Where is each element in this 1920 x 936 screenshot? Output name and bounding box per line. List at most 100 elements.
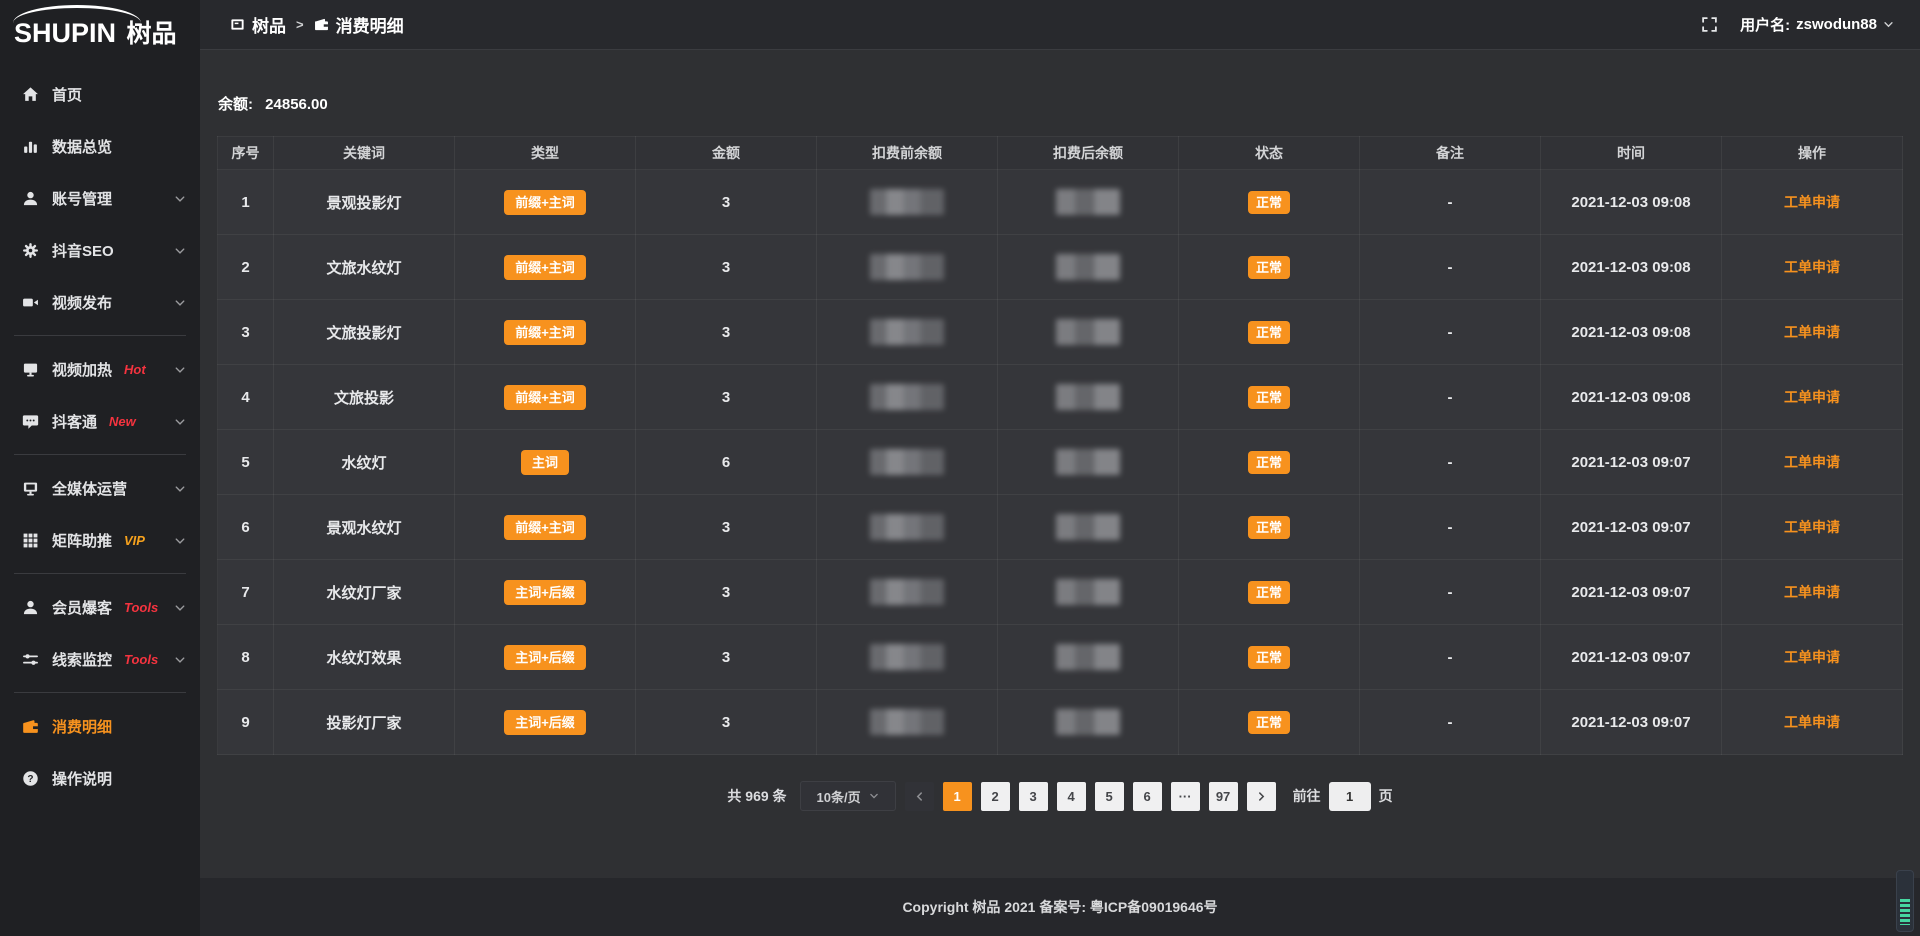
page-size-select[interactable]: 10条/页	[800, 781, 896, 811]
cell-balance-after	[998, 495, 1179, 560]
cell-status: 正常	[1179, 690, 1360, 755]
cell-type: 前缀+主词	[455, 365, 636, 430]
page-button-5[interactable]: 5	[1095, 782, 1124, 811]
sidebar-item-home[interactable]: 首页	[0, 68, 200, 120]
table-row: 6景观水纹灯前缀+主词3正常-2021-12-03 09:07工单申请	[218, 495, 1903, 560]
sidebar-item-consume-detail[interactable]: 消费明细	[0, 700, 200, 752]
page-button-1[interactable]: 1	[943, 782, 972, 811]
cell-balance-after	[998, 625, 1179, 690]
sidebar-item-label: 视频发布	[52, 292, 112, 313]
fullscreen-icon[interactable]	[1701, 16, 1718, 33]
work-order-link[interactable]: 工单申请	[1784, 714, 1840, 730]
sidebar-item-badge: New	[109, 414, 136, 429]
cell-balance-after	[998, 170, 1179, 235]
work-order-link[interactable]: 工单申请	[1784, 649, 1840, 665]
sidebar-item-douketong[interactable]: 抖客通New	[0, 395, 200, 447]
sidebar-item-label: 首页	[52, 84, 82, 105]
cell-remark: -	[1360, 170, 1541, 235]
cell-index: 3	[218, 300, 274, 365]
work-order-link[interactable]: 工单申请	[1784, 454, 1840, 470]
breadcrumb-item-shupin[interactable]: 树品	[230, 12, 286, 37]
sidebar-divider	[14, 454, 186, 455]
cell-index: 1	[218, 170, 274, 235]
cell-time: 2021-12-03 09:07	[1541, 560, 1722, 625]
sidebar-item-label: 矩阵助推	[52, 530, 112, 551]
redacted-balance-block	[1056, 189, 1120, 215]
prev-page-button[interactable]	[905, 782, 934, 811]
goto-page-input[interactable]	[1329, 782, 1371, 811]
bar-chart-icon	[22, 138, 39, 155]
table-row: 4文旅投影前缀+主词3正常-2021-12-03 09:08工单申请	[218, 365, 1903, 430]
work-order-link[interactable]: 工单申请	[1784, 389, 1840, 405]
work-order-link[interactable]: 工单申请	[1784, 519, 1840, 535]
brand-logo: SHUPIN 树品	[0, 0, 200, 52]
redacted-balance-block	[870, 449, 944, 475]
cell-action: 工单申请	[1722, 170, 1903, 235]
type-badge: 主词+后缀	[504, 645, 586, 670]
cell-remark: -	[1360, 300, 1541, 365]
breadcrumb-label: 消费明细	[336, 12, 404, 37]
breadcrumb-separator: >	[296, 17, 304, 32]
username-label: 用户名:	[1740, 14, 1790, 35]
logo-arc-decoration	[13, 5, 141, 23]
status-badge: 正常	[1248, 711, 1290, 734]
sidebar-item-video-publish[interactable]: 视频发布	[0, 276, 200, 328]
cell-amount: 3	[636, 170, 817, 235]
redacted-balance-block	[1056, 449, 1120, 475]
cell-type: 前缀+主词	[455, 495, 636, 560]
sidebar-item-video-heat[interactable]: 视频加热Hot	[0, 343, 200, 395]
sidebar-item-member-baoke[interactable]: 会员爆客Tools	[0, 581, 200, 633]
cell-balance-before	[817, 430, 998, 495]
work-order-link[interactable]: 工单申请	[1784, 324, 1840, 340]
sidebar-item-clue-monitor[interactable]: 线索监控Tools	[0, 633, 200, 685]
page-button-3[interactable]: 3	[1019, 782, 1048, 811]
cell-amount: 3	[636, 300, 817, 365]
cell-balance-before	[817, 560, 998, 625]
footer: Copyright 树品 2021 备案号: 粤ICP备09019646号	[200, 878, 1920, 936]
page-button-4[interactable]: 4	[1057, 782, 1086, 811]
redacted-balance-block	[870, 709, 944, 735]
chevron-down-icon	[174, 363, 186, 375]
balance-value: 24856.00	[265, 96, 328, 113]
status-badge: 正常	[1248, 581, 1290, 604]
page-button-2[interactable]: 2	[981, 782, 1010, 811]
cell-type: 前缀+主词	[455, 300, 636, 365]
work-order-link[interactable]: 工单申请	[1784, 194, 1840, 210]
sidebar-item-all-media-ops[interactable]: 全媒体运营	[0, 462, 200, 514]
user-menu[interactable]: 用户名: zswodun88	[1740, 14, 1894, 35]
sidebar-item-data-overview[interactable]: 数据总览	[0, 120, 200, 172]
floating-widget[interactable]	[1896, 870, 1914, 932]
page-button-6[interactable]: 6	[1133, 782, 1162, 811]
sidebar-item-matrix-boost[interactable]: 矩阵助推VIP	[0, 514, 200, 566]
column-header: 状态	[1179, 137, 1360, 170]
chevron-down-icon	[174, 601, 186, 613]
video-icon	[22, 294, 39, 311]
cell-amount: 3	[636, 235, 817, 300]
cell-remark: -	[1360, 690, 1541, 755]
breadcrumb-item-consume-detail[interactable]: 消费明细	[314, 12, 404, 37]
sidebar-item-douyin-seo[interactable]: 抖音SEO	[0, 224, 200, 276]
column-header: 时间	[1541, 137, 1722, 170]
consumption-table: 序号关键词类型金额扣费前余额扣费后余额状态备注时间操作 1景观投影灯前缀+主词3…	[217, 136, 1903, 755]
next-page-button[interactable]	[1247, 782, 1276, 811]
cell-amount: 3	[636, 365, 817, 430]
wallet-icon	[314, 17, 329, 32]
work-order-link[interactable]: 工单申请	[1784, 584, 1840, 600]
cell-status: 正常	[1179, 495, 1360, 560]
cell-status: 正常	[1179, 235, 1360, 300]
cell-index: 8	[218, 625, 274, 690]
cell-action: 工单申请	[1722, 690, 1903, 755]
cell-keyword: 水纹灯效果	[274, 625, 455, 690]
cell-balance-after	[998, 365, 1179, 430]
app-window: SHUPIN 树品 首页数据总览账号管理抖音SEO 视频发布视频加热Hot抖客通N…	[0, 0, 1920, 936]
cell-keyword: 景观水纹灯	[274, 495, 455, 560]
chevron-down-icon	[174, 653, 186, 665]
sidebar-item-account-manage[interactable]: 账号管理	[0, 172, 200, 224]
pagination: 共 969 条 10条/页 123456···97 前往 页	[200, 781, 1920, 811]
more-pages-button[interactable]: ···	[1171, 782, 1200, 811]
page-button-97[interactable]: 97	[1209, 782, 1238, 811]
work-order-link[interactable]: 工单申请	[1784, 259, 1840, 275]
sidebar-item-help-guide[interactable]: ?操作说明	[0, 752, 200, 804]
cell-amount: 3	[636, 495, 817, 560]
redacted-balance-block	[1056, 319, 1120, 345]
